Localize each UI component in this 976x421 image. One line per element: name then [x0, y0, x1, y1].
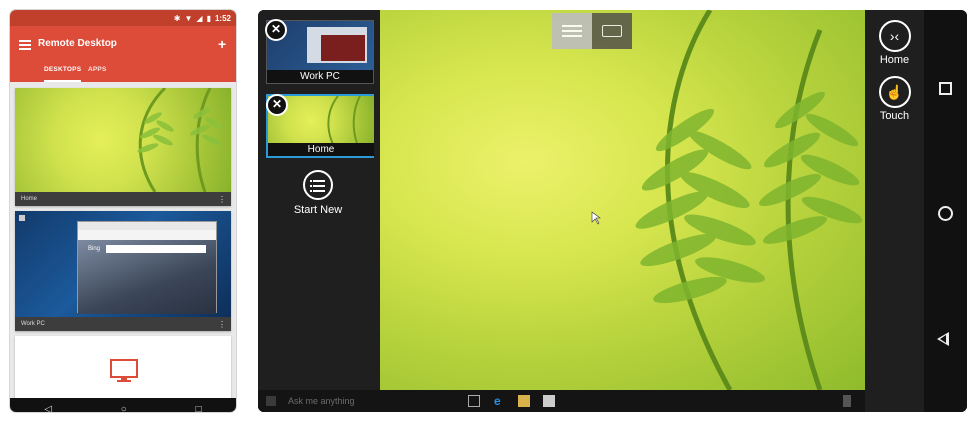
- android-back-icon[interactable]: [937, 332, 949, 346]
- hamburger-toolbar-icon[interactable]: [552, 13, 592, 49]
- browser-bing-page: Bing: [78, 240, 216, 314]
- bing-search-box: [106, 245, 206, 253]
- hamburger-menu-icon[interactable]: [19, 40, 31, 50]
- browser-window: Bing: [77, 221, 217, 314]
- browser-address-bar: [78, 230, 216, 240]
- android-home-icon[interactable]: ○: [121, 404, 127, 413]
- work-pc-desktop-thumbnail: Bing: [15, 211, 231, 317]
- notification-icon[interactable]: [843, 395, 851, 407]
- tab-apps[interactable]: APPS: [88, 66, 107, 73]
- monitor-icon: [110, 359, 138, 382]
- desktop-card-home[interactable]: Home ⋮: [15, 88, 231, 206]
- add-desktop-button[interactable]: +: [218, 36, 226, 52]
- card-more-options-icon[interactable]: ⋮: [218, 195, 226, 204]
- close-session-home-icon[interactable]: ✕: [266, 94, 288, 116]
- taskbar-search-box[interactable]: Ask me anything: [288, 396, 355, 406]
- signal-icon: ◢: [196, 13, 203, 23]
- desktop-card-work-pc[interactable]: Bing Work PC ⋮: [15, 211, 231, 331]
- session-label-work-pc: Work PC: [267, 70, 373, 83]
- remote-desktop-canvas[interactable]: [380, 10, 865, 390]
- start-new-label: Start New: [293, 204, 343, 216]
- windows-taskbar: Ask me anything e: [258, 390, 865, 412]
- card-name-home: Home: [21, 196, 38, 202]
- android-navigation-bar-vertical: [924, 10, 967, 412]
- home-button[interactable]: ›‹ Home: [865, 20, 924, 66]
- close-session-work-pc-icon[interactable]: ✕: [265, 19, 287, 41]
- store-icon[interactable]: [543, 395, 555, 407]
- android-navigation-bar: ◁ ○ □: [10, 398, 236, 412]
- session-tile-work-pc[interactable]: Work PC ✕: [265, 19, 374, 84]
- android-recents-icon[interactable]: [939, 82, 952, 95]
- battery-icon: ▮: [206, 13, 211, 23]
- phone-left-app-list: ✱ ▼ ◢ ▮ 1:52 Remote Desktop + DESKTOPS A…: [10, 10, 236, 412]
- mouse-cursor-icon: [591, 211, 601, 225]
- session-tile-home[interactable]: Home ✕: [266, 94, 374, 158]
- android-home-icon[interactable]: [938, 206, 953, 221]
- android-back-icon[interactable]: ◁: [44, 404, 52, 413]
- leaf-wallpaper-graphic: [591, 10, 863, 390]
- app-title: Remote Desktop: [38, 38, 117, 49]
- leaf-thumbnail-graphic: [137, 88, 223, 193]
- phone-right-session-view: Work PC ✕ Home ✕ Start New ›‹ Home ☝ Tou…: [258, 10, 967, 412]
- desktop-recycle-bin-icon: [19, 215, 25, 221]
- browser-titlebar: [78, 222, 216, 230]
- add-desktop-card[interactable]: [15, 336, 231, 403]
- edge-browser-icon[interactable]: e: [494, 395, 506, 407]
- list-icon: [303, 170, 333, 200]
- status-time: 1:52: [214, 13, 231, 23]
- session-controls-bar: ›‹ Home ☝ Touch: [865, 10, 924, 412]
- bluetooth-icon: ✱: [173, 13, 181, 23]
- keyboard-icon[interactable]: [592, 13, 632, 49]
- card-name-work-pc: Work PC: [21, 321, 45, 327]
- windows-start-icon[interactable]: [266, 396, 276, 406]
- touch-button[interactable]: ☝ Touch: [865, 76, 924, 122]
- touch-icon: ☝: [878, 76, 911, 108]
- bing-logo: Bing: [88, 246, 101, 252]
- card-caption: Home: [15, 192, 231, 206]
- home-button-label: Home: [879, 54, 910, 66]
- file-explorer-icon[interactable]: [518, 395, 530, 407]
- card-caption: Work PC: [15, 317, 231, 331]
- session-thumbnail-window: [307, 27, 367, 63]
- home-desktop-thumbnail: [15, 88, 231, 193]
- tab-desktops[interactable]: DESKTOPS: [44, 66, 82, 82]
- android-recents-icon[interactable]: □: [196, 404, 202, 413]
- session-thumbnail-content: [321, 35, 365, 61]
- touch-button-label: Touch: [879, 110, 910, 122]
- session-label-home: Home: [268, 143, 374, 156]
- status-bar: ✱ ▼ ◢ ▮ 1:52: [10, 10, 236, 26]
- task-view-icon[interactable]: [468, 395, 480, 407]
- start-new-button[interactable]: Start New: [278, 170, 358, 230]
- session-sidebar: Work PC ✕ Home ✕ Start New: [258, 10, 380, 412]
- home-arrows-icon: ›‹: [878, 20, 911, 52]
- app-bar: Remote Desktop + DESKTOPS APPS: [10, 26, 236, 82]
- wifi-icon: ▼: [184, 13, 193, 23]
- card-more-options-icon[interactable]: ⋮: [218, 320, 226, 329]
